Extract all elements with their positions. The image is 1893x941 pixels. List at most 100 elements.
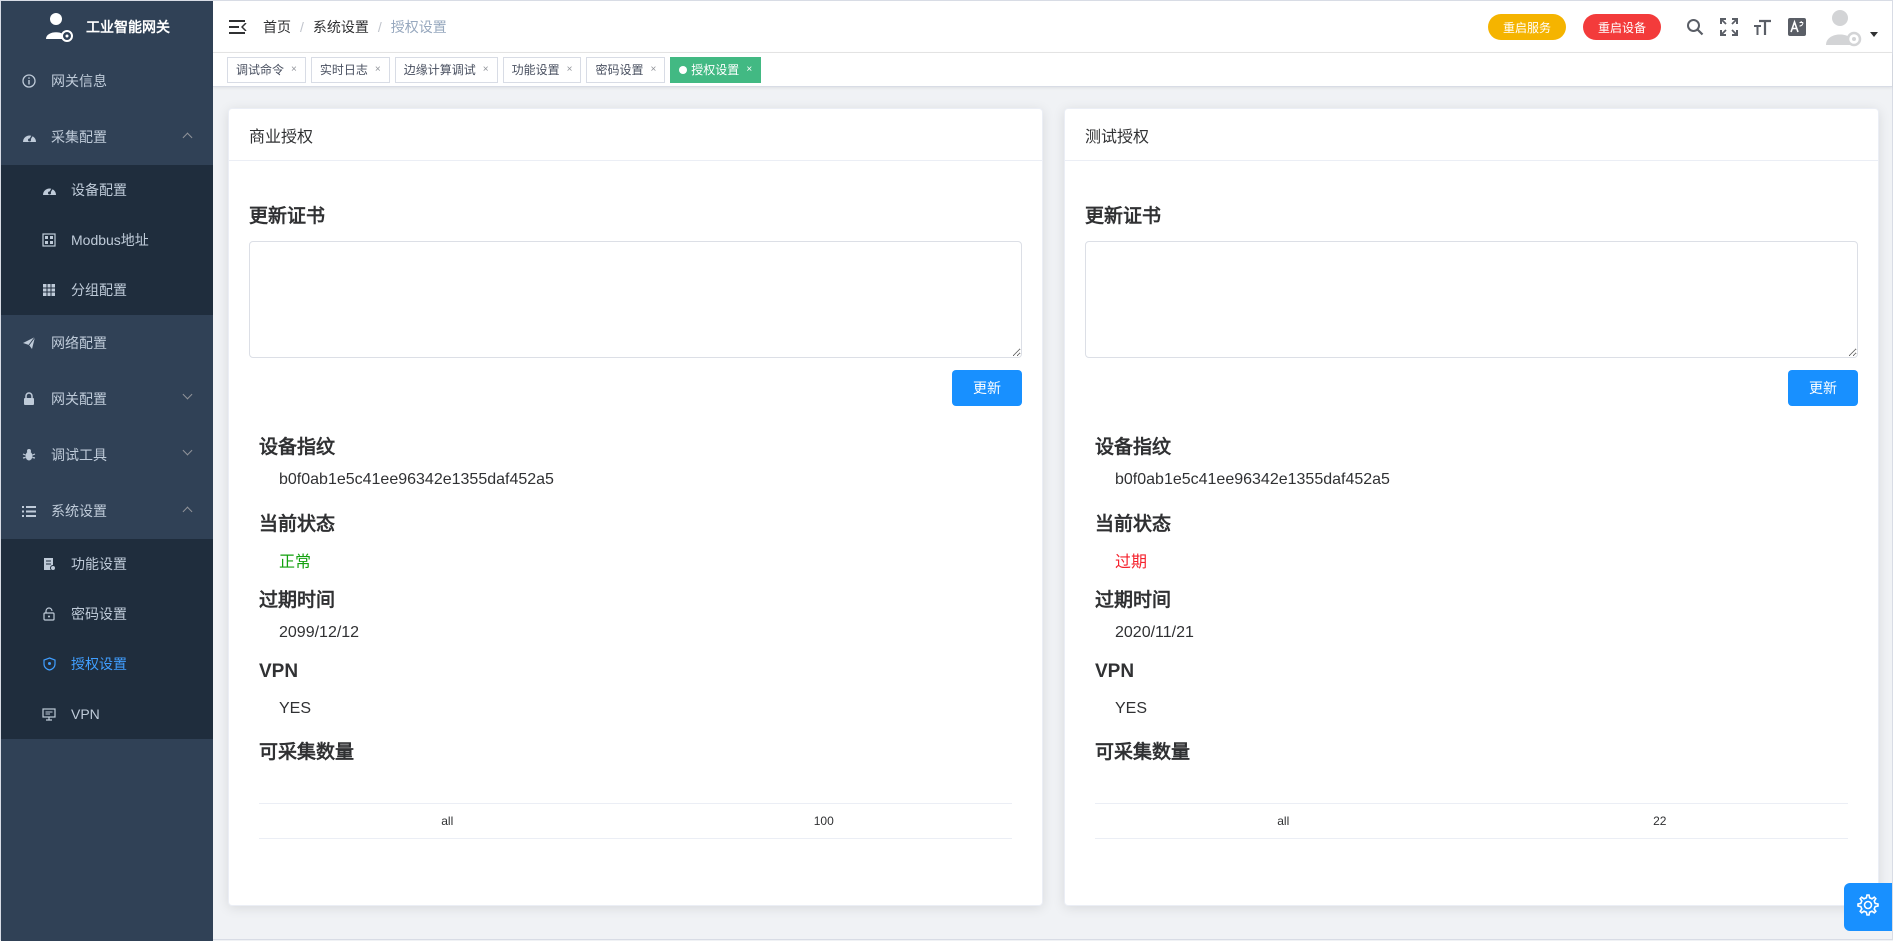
tag-label: 密码设置 xyxy=(595,63,644,77)
tags-view: 调试命令 × 实时日志 × 边缘计算调试 × 功能设置 × 密码设置 × 授权设置 × xyxy=(213,53,1892,87)
user-gear-icon xyxy=(44,11,74,43)
chevron-up-icon xyxy=(182,506,193,517)
sidebar-item-device-config[interactable]: 设备配置 xyxy=(1,165,213,215)
card-title: 商业授权 xyxy=(229,109,1042,161)
sidebar-item-label: 网关信息 xyxy=(51,73,107,89)
cert-textarea[interactable] xyxy=(249,241,1022,358)
shield-icon xyxy=(41,656,57,672)
status-label: 当前状态 xyxy=(1095,514,1172,535)
tag-license-settings[interactable]: 授权设置 × xyxy=(670,56,762,83)
chevron-up-icon xyxy=(182,132,193,143)
expire-value: 2099/12/12 xyxy=(279,624,360,641)
close-icon[interactable]: × xyxy=(746,64,752,75)
app: 工业智能网关 网关信息 采集配置 设备配置 Modbus地址 分组配置 网络配置… xyxy=(0,0,1893,941)
expire-label: 过期时间 xyxy=(1095,590,1172,611)
hamburger-icon[interactable] xyxy=(229,19,247,35)
close-icon[interactable]: × xyxy=(483,64,489,75)
chevron-down-icon xyxy=(182,389,193,400)
sidebar-item-debug-tools[interactable]: 调试工具 xyxy=(1,427,213,483)
sidebar-item-label: 功能设置 xyxy=(71,556,127,572)
table-icon xyxy=(41,282,57,298)
sidebar-item-label: 网关配置 xyxy=(51,391,107,407)
table-cell: all xyxy=(441,814,454,828)
status-value: 正常 xyxy=(279,554,312,571)
sidebar-item-network-config[interactable]: 网络配置 xyxy=(1,315,213,371)
settings-button[interactable] xyxy=(1844,883,1892,931)
sidebar-item-label: 调试工具 xyxy=(51,447,107,463)
avatar[interactable] xyxy=(1824,7,1864,47)
document-icon xyxy=(41,556,57,572)
chevron-down-icon xyxy=(182,445,193,456)
sidebar-item-label: 采集配置 xyxy=(51,129,107,145)
tag-function-settings[interactable]: 功能设置 × xyxy=(502,56,582,83)
send-icon xyxy=(21,335,37,351)
tag-edge-compute-debug[interactable]: 边缘计算调试 × xyxy=(394,56,498,83)
sidebar-item-password-settings[interactable]: 密码设置 xyxy=(1,589,213,639)
translate-icon[interactable] xyxy=(1787,17,1807,37)
count-label: 可采集数量 xyxy=(259,742,355,763)
tag-label: 授权设置 xyxy=(691,63,740,77)
unlock-icon xyxy=(41,606,57,622)
expire-label: 过期时间 xyxy=(259,590,336,611)
sidebar-item-collect-config[interactable]: 采集配置 xyxy=(1,109,213,165)
update-button[interactable]: 更新 xyxy=(952,370,1022,406)
table-cell: 100 xyxy=(813,814,834,828)
update-cert-heading: 更新证书 xyxy=(1085,206,1162,227)
monitor-icon xyxy=(41,706,57,722)
table-cell: all xyxy=(1277,814,1290,828)
close-icon[interactable]: × xyxy=(650,64,656,75)
submenu-collect: 设备配置 Modbus地址 分组配置 xyxy=(1,165,213,315)
fingerprint-label: 设备指纹 xyxy=(259,437,336,458)
fingerprint-label: 设备指纹 xyxy=(1095,437,1172,458)
update-button[interactable]: 更新 xyxy=(1788,370,1858,406)
close-icon[interactable]: × xyxy=(375,64,381,75)
tag-label: 实时日志 xyxy=(319,63,368,77)
active-dot-icon xyxy=(679,65,688,74)
list-icon xyxy=(21,503,37,519)
tag-label: 调试命令 xyxy=(236,63,285,77)
sidebar-item-label: 密码设置 xyxy=(71,606,127,622)
vpn-value: YES xyxy=(279,700,312,717)
caret-down-icon[interactable] xyxy=(1870,31,1878,37)
breadcrumb-separator: / xyxy=(377,18,382,35)
sidebar-item-label: 授权设置 xyxy=(71,656,127,672)
vpn-label: VPN xyxy=(259,661,299,682)
search-icon[interactable] xyxy=(1685,17,1705,37)
commercial-license-card: 商业授权 更新证书 更新 设备指纹 b0f0ab1e5c41ee96342e13… xyxy=(228,108,1043,906)
restart-service-button[interactable]: 重启服务 xyxy=(1487,14,1566,40)
tag-realtime-log[interactable]: 实时日志 × xyxy=(310,56,390,83)
tag-password-settings[interactable]: 密码设置 × xyxy=(586,56,666,83)
status-label: 当前状态 xyxy=(259,514,336,535)
sidebar-item-system-settings[interactable]: 系统设置 xyxy=(1,483,213,539)
sidebar-item-gateway-config[interactable]: 网关配置 xyxy=(1,371,213,427)
sidebar-item-label: 网络配置 xyxy=(51,335,107,351)
test-license-card: 测试授权 更新证书 更新 设备指纹 b0f0ab1e5c41ee96342e13… xyxy=(1064,108,1879,906)
cert-textarea[interactable] xyxy=(1085,241,1858,358)
sidebar-item-label: 设备配置 xyxy=(71,182,127,198)
font-size-icon[interactable] xyxy=(1753,17,1773,37)
grid-icon xyxy=(41,232,57,248)
sidebar-item-license-settings[interactable]: 授权设置 xyxy=(1,639,213,689)
close-icon[interactable]: × xyxy=(567,64,573,75)
breadcrumb: 首页 / 系统设置 / 授权设置 xyxy=(263,17,447,37)
sidebar-item-group-config[interactable]: 分组配置 xyxy=(1,265,213,315)
sidebar-item-modbus-address[interactable]: Modbus地址 xyxy=(1,215,213,265)
fullscreen-icon[interactable] xyxy=(1719,17,1739,37)
count-table-row: all 100 xyxy=(259,803,1012,839)
info-icon xyxy=(21,73,37,89)
card-title: 测试授权 xyxy=(1065,109,1878,161)
sidebar-item-gateway-info[interactable]: 网关信息 xyxy=(1,53,213,109)
count-label: 可采集数量 xyxy=(1095,742,1191,763)
close-icon[interactable]: × xyxy=(291,64,297,75)
table-cell: 22 xyxy=(1653,814,1667,828)
breadcrumb-system-settings[interactable]: 系统设置 xyxy=(313,17,369,37)
sidebar: 工业智能网关 网关信息 采集配置 设备配置 Modbus地址 分组配置 网络配置… xyxy=(1,1,213,941)
tag-debug-command[interactable]: 调试命令 × xyxy=(227,56,306,83)
fingerprint-value: b0f0ab1e5c41ee96342e1355daf452a5 xyxy=(279,471,554,488)
breadcrumb-home[interactable]: 首页 xyxy=(263,17,291,37)
lock-icon xyxy=(21,391,37,407)
app-title: 工业智能网关 xyxy=(86,19,170,35)
sidebar-item-function-settings[interactable]: 功能设置 xyxy=(1,539,213,589)
restart-device-button[interactable]: 重启设备 xyxy=(1582,14,1661,40)
sidebar-item-vpn[interactable]: VPN xyxy=(1,689,213,739)
